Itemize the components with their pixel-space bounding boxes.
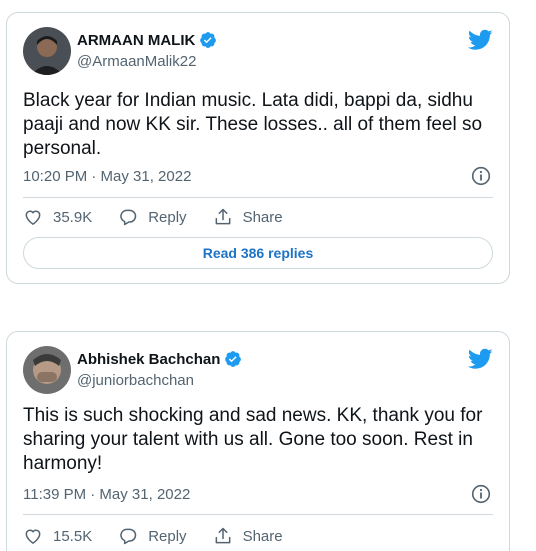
handle[interactable]: @ArmaanMalik22 <box>77 53 217 70</box>
like-count: 35.9K <box>53 208 93 226</box>
tweet-card-abhishek[interactable]: Abhishek Bachchan @juniorbachchan This i… <box>6 331 510 551</box>
timestamp-row: 11:39 PM · May 31, 2022 <box>23 483 493 505</box>
tweet-text: This is such shocking and sad news. KK, … <box>23 405 483 474</box>
tweet-header: ARMAAN MALIK @ArmaanMalik22 <box>23 27 493 75</box>
share-label: Share <box>242 527 283 545</box>
verified-badge-icon <box>224 350 242 368</box>
reply-label: Reply <box>148 527 187 545</box>
action-bar: 35.9K Reply Share <box>23 205 493 229</box>
tweet-card-armaan[interactable]: ARMAAN MALIK @ArmaanMalik22 Black year f… <box>6 12 510 284</box>
reply-bubble-icon <box>120 528 137 545</box>
like-count: 15.5K <box>53 527 93 545</box>
heart-icon <box>25 529 41 544</box>
tweet-text: Black year for Indian music. Lata didi, … <box>23 90 483 159</box>
timestamp[interactable]: 11:39 PM · May 31, 2022 <box>23 486 190 503</box>
author-names: Abhishek Bachchan @juniorbachchan <box>77 349 242 389</box>
share-button[interactable]: Share <box>213 526 283 546</box>
action-bar: 15.5K Reply Share <box>23 524 493 548</box>
avatar[interactable] <box>23 27 71 75</box>
share-label: Share <box>242 208 283 226</box>
reply-button[interactable]: Reply <box>118 526 187 546</box>
heart-icon <box>25 210 41 225</box>
display-name[interactable]: Abhishek Bachchan <box>77 351 220 368</box>
divider <box>23 197 493 198</box>
reply-bubble-icon <box>120 209 137 226</box>
twitter-bird-icon[interactable] <box>468 29 493 51</box>
author-names: ARMAAN MALIK @ArmaanMalik22 <box>77 30 217 70</box>
reply-label: Reply <box>148 208 187 226</box>
divider <box>23 514 493 515</box>
reply-button[interactable]: Reply <box>118 207 187 227</box>
timestamp-row: 10:20 PM · May 31, 2022 <box>23 165 493 187</box>
info-icon[interactable] <box>471 484 491 504</box>
tweet-header: Abhishek Bachchan @juniorbachchan <box>23 346 493 394</box>
info-icon[interactable] <box>471 166 491 186</box>
handle[interactable]: @juniorbachchan <box>77 372 242 389</box>
twitter-bird-icon[interactable] <box>468 348 493 370</box>
timestamp[interactable]: 10:20 PM · May 31, 2022 <box>23 168 191 185</box>
share-button[interactable]: Share <box>213 207 283 227</box>
share-icon <box>215 208 230 225</box>
like-button[interactable]: 35.9K <box>23 207 92 227</box>
avatar[interactable] <box>23 346 71 394</box>
share-icon <box>215 527 230 544</box>
display-name[interactable]: ARMAAN MALIK <box>77 32 195 49</box>
like-button[interactable]: 15.5K <box>23 526 92 546</box>
read-replies-button[interactable]: Read 386 replies <box>23 237 493 269</box>
verified-badge-icon <box>199 31 217 49</box>
